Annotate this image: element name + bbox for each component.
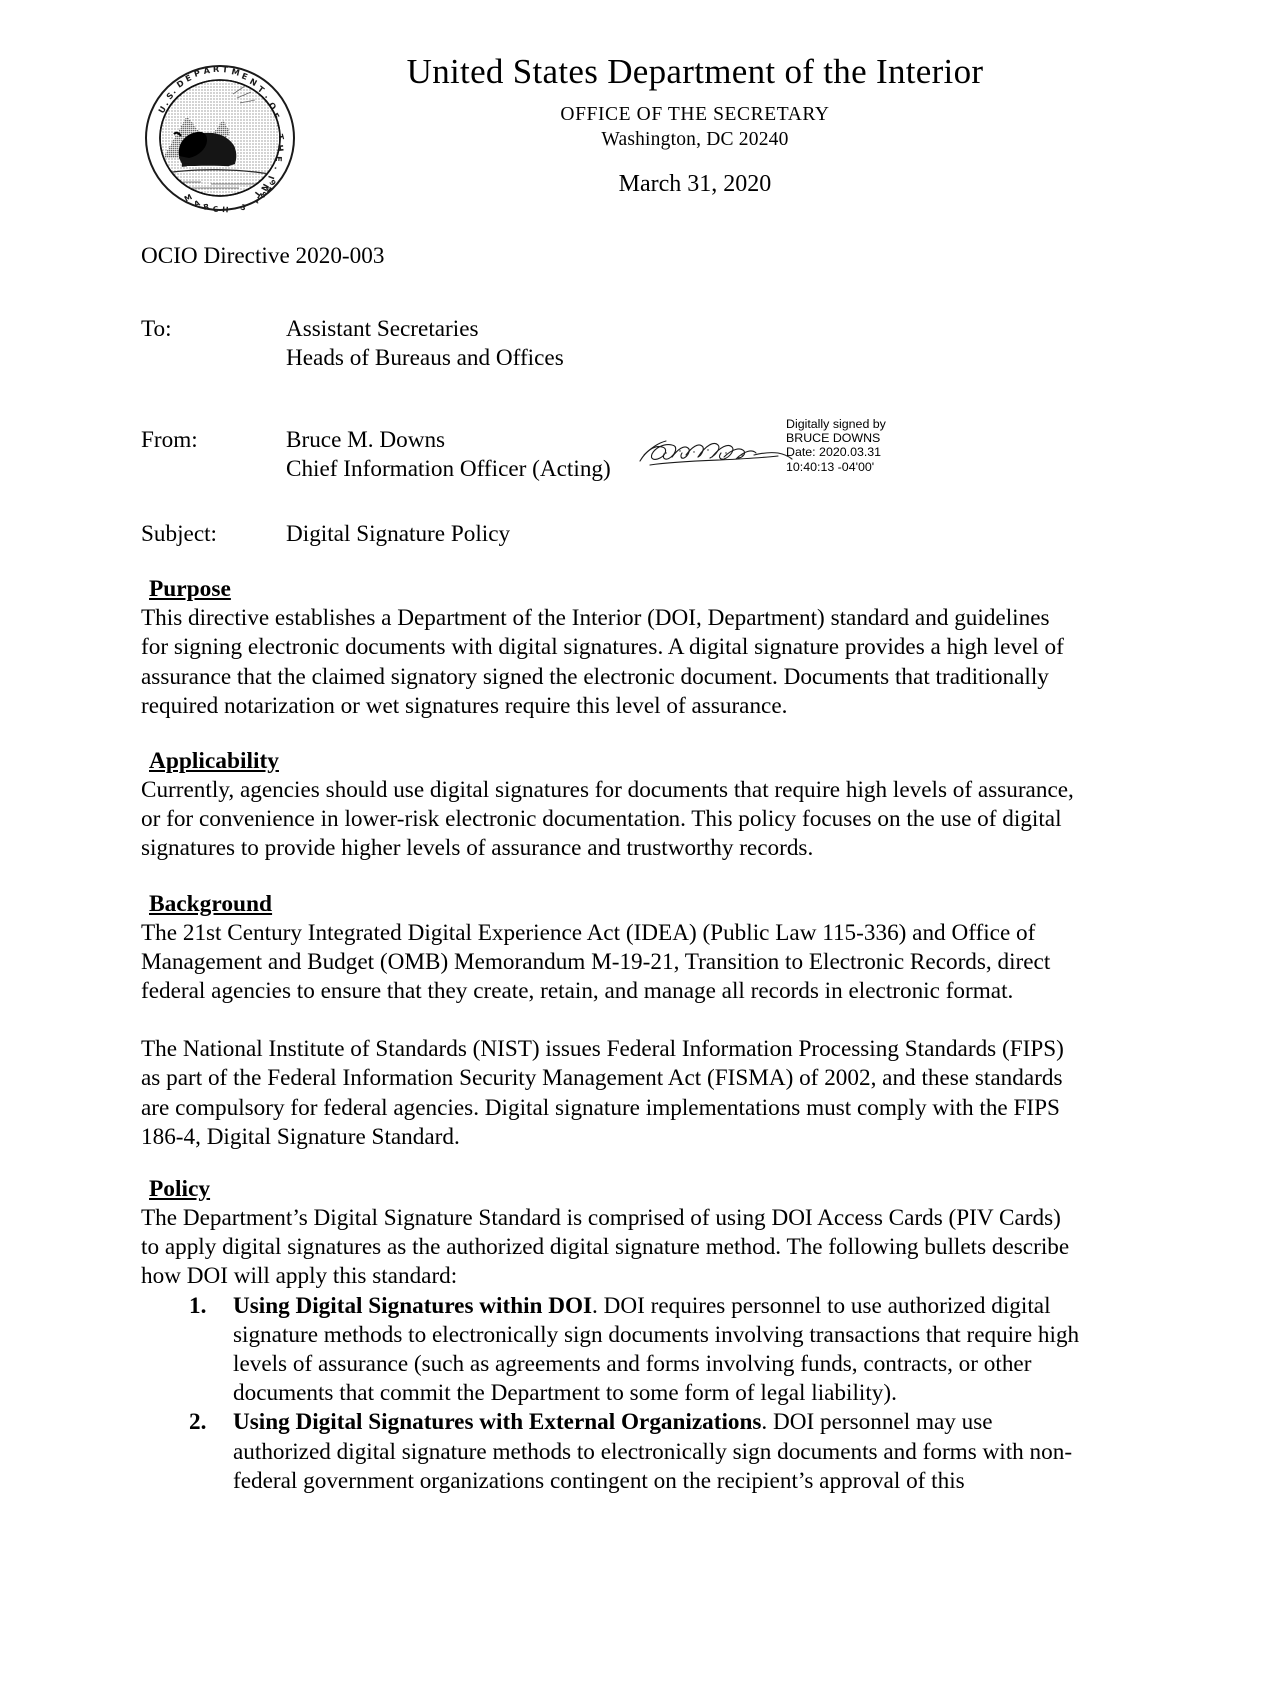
- policy-item-2-lead: Using Digital Signatures with External O…: [233, 1409, 762, 1436]
- letterhead-text: United States Department of the Interior…: [300, 52, 1090, 199]
- to-line-2: Heads of Bureaus and Offices: [286, 345, 564, 372]
- city-state-zip: Washington, DC 20240: [601, 128, 789, 150]
- letterhead: U . S . D E P A R T M E N T · O F · T H …: [0, 52, 1275, 237]
- office-line: OFFICE OF THE SECRETARY: [560, 104, 830, 126]
- background-paragraph-2: The National Institute of Standards (NIS…: [141, 1036, 1064, 1150]
- section-purpose: Purpose This directive establishes a Dep…: [141, 574, 1081, 721]
- memo-row-to: To: Assistant Secretaries Heads of Burea…: [141, 315, 1081, 373]
- section-background: Background The 21st Century Integrated D…: [141, 889, 1081, 1152]
- document-page: U . S . D E P A R T M E N T · O F · T H …: [0, 52, 1275, 1702]
- heading-background: Background: [149, 890, 273, 917]
- policy-numbered-list: Using Digital Signatures within DOI. DOI…: [141, 1292, 1081, 1496]
- subject-value: Digital Signature Policy: [286, 521, 511, 548]
- subject-label: Subject:: [141, 521, 217, 548]
- from-line-1: Bruce M. Downs: [286, 426, 446, 453]
- memo-row-from: From: Bruce M. Downs Chief Information O…: [141, 417, 1081, 484]
- heading-purpose: Purpose: [149, 576, 231, 603]
- policy-list-item: Using Digital Signatures with External O…: [141, 1408, 1081, 1496]
- to-label: To:: [141, 316, 172, 343]
- section-policy: Policy The Department’s Digital Signatur…: [141, 1174, 1081, 1496]
- background-paragraph-1: The 21st Century Integrated Digital Expe…: [141, 919, 1051, 1005]
- svg-text:R: R: [213, 64, 220, 74]
- applicability-paragraph-1: Currently, agencies should use digital s…: [141, 777, 1074, 862]
- agency-title: United States Department of the Interior: [406, 52, 984, 91]
- purpose-paragraph-1: This directive establishes a Department …: [141, 605, 1064, 719]
- svg-text:H: H: [222, 205, 229, 214]
- policy-item-1-lead: Using Digital Signatures within DOI: [233, 1292, 593, 1319]
- from-line-2: Chief Information Officer (Acting): [286, 455, 611, 482]
- directive-number: OCIO Directive 2020-003: [141, 243, 385, 269]
- document-body: OCIO Directive 2020-003 To: Assistant Se…: [141, 242, 1081, 1496]
- document-date: March 31, 2020: [618, 170, 772, 197]
- policy-list-item: Using Digital Signatures within DOI. DOI…: [141, 1292, 1081, 1409]
- doi-seal-icon: U . S . D E P A R T M E N T · O F · T H …: [141, 62, 299, 214]
- memo-row-subject: Subject: Digital Signature Policy: [141, 520, 1081, 549]
- heading-policy: Policy: [149, 1176, 211, 1203]
- section-applicability: Applicability Currently, agencies should…: [141, 746, 1081, 864]
- policy-paragraph-1: The Department’s Digital Signature Stand…: [141, 1205, 1070, 1290]
- to-line-1: Assistant Secretaries: [286, 316, 479, 343]
- from-label: From:: [141, 426, 198, 453]
- from-value: Bruce M. Downs Chief Information Officer…: [286, 426, 1081, 484]
- heading-applicability: Applicability: [149, 748, 279, 775]
- to-value: Assistant Secretaries Heads of Bureaus a…: [286, 315, 1081, 373]
